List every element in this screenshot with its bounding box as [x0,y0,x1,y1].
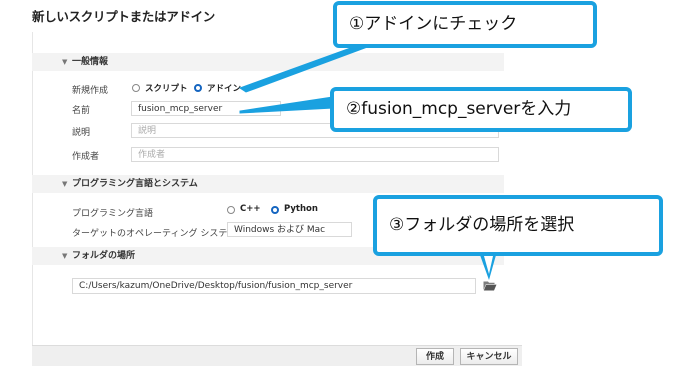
callout-select-folder: ③フォルダの場所を選択 [373,195,663,256]
callout-arrow-1 [238,45,371,93]
annotation-arrows [238,45,496,280]
callout-check-addin: ①アドインにチェック [333,1,597,48]
callout-enter-name: ②fusion_mcp_serverを入力 [330,87,632,132]
callout-arrow-2 [239,96,334,114]
